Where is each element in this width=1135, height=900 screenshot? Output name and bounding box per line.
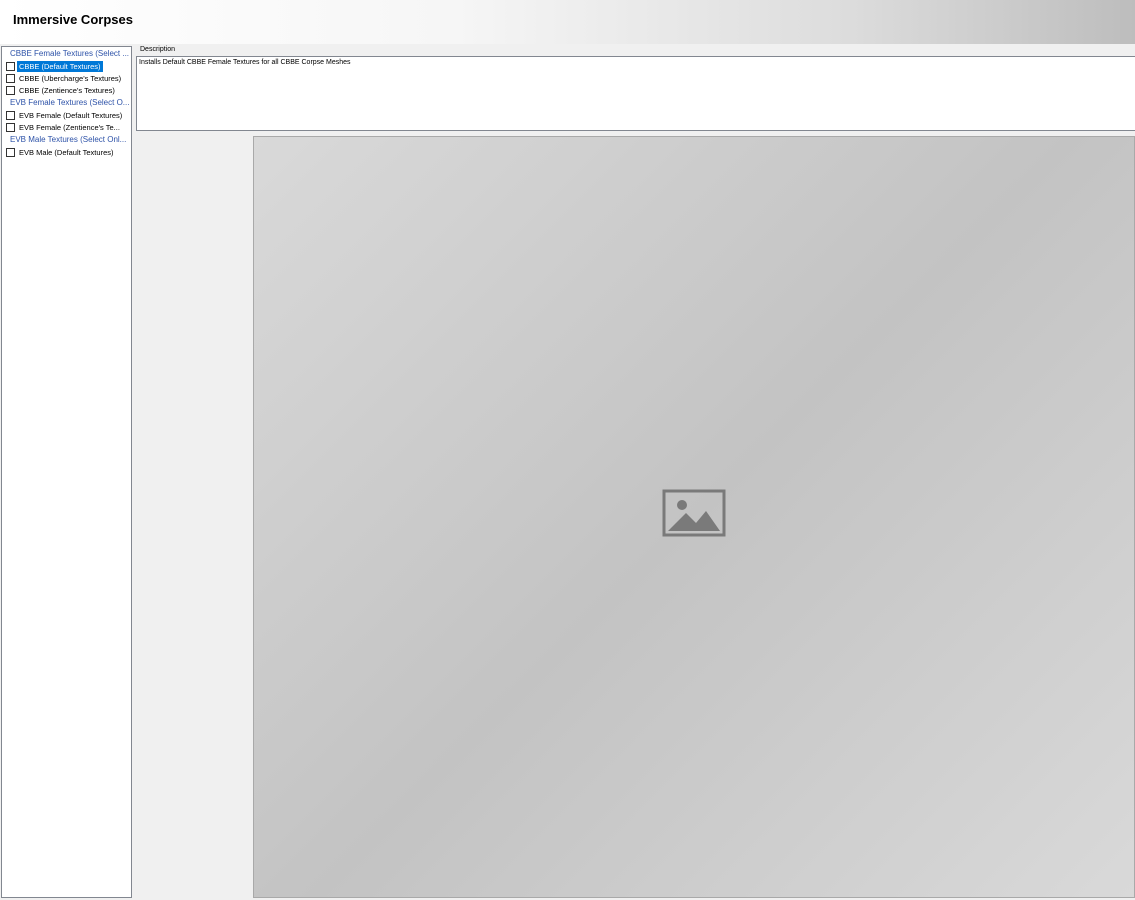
option-cbbe-ubercharge[interactable]: CBBE (Ubercharge's Textures) <box>2 72 131 84</box>
option-label[interactable]: EVB Female (Zentience's Te... <box>17 122 122 133</box>
option-label[interactable]: CBBE (Ubercharge's Textures) <box>17 73 123 84</box>
option-checkbox[interactable] <box>6 122 15 132</box>
option-label[interactable]: CBBE (Zentience's Textures) <box>17 85 117 96</box>
image-icon <box>662 489 726 537</box>
installer-header: Immersive Corpses <box>0 0 1135 44</box>
option-checkbox[interactable] <box>6 147 15 157</box>
description-box[interactable]: Installs Default CBBE Female Textures fo… <box>136 56 1135 131</box>
option-label[interactable]: EVB Male (Default Textures) <box>17 147 115 158</box>
option-evb-female-zentience[interactable]: EVB Female (Zentience's Te... <box>2 121 131 133</box>
options-list[interactable]: CBBE Female Textures (Select ... CBBE (D… <box>1 46 132 898</box>
option-cbbe-zentience[interactable]: CBBE (Zentience's Textures) <box>2 84 131 96</box>
option-checkbox[interactable] <box>6 110 15 120</box>
group-header-evb-female: EVB Female Textures (Select O... <box>10 98 130 107</box>
group-header-evb-male: EVB Male Textures (Select Onl... <box>10 135 127 144</box>
option-evb-female-default[interactable]: EVB Female (Default Textures) <box>2 109 131 121</box>
option-label[interactable]: EVB Female (Default Textures) <box>17 110 124 121</box>
option-checkbox[interactable] <box>6 61 15 71</box>
option-checkbox[interactable] <box>6 85 15 95</box>
option-label[interactable]: CBBE (Default Textures) <box>17 60 103 72</box>
option-checkbox[interactable] <box>6 73 15 83</box>
option-evb-male-default[interactable]: EVB Male (Default Textures) <box>2 146 131 158</box>
option-cbbe-default[interactable]: CBBE (Default Textures) <box>2 60 131 72</box>
description-label: Description <box>140 46 176 53</box>
preview-image-placeholder <box>253 136 1135 898</box>
installer-title: Immersive Corpses <box>13 12 133 27</box>
group-header-cbbe-female: CBBE Female Textures (Select ... <box>10 49 130 58</box>
